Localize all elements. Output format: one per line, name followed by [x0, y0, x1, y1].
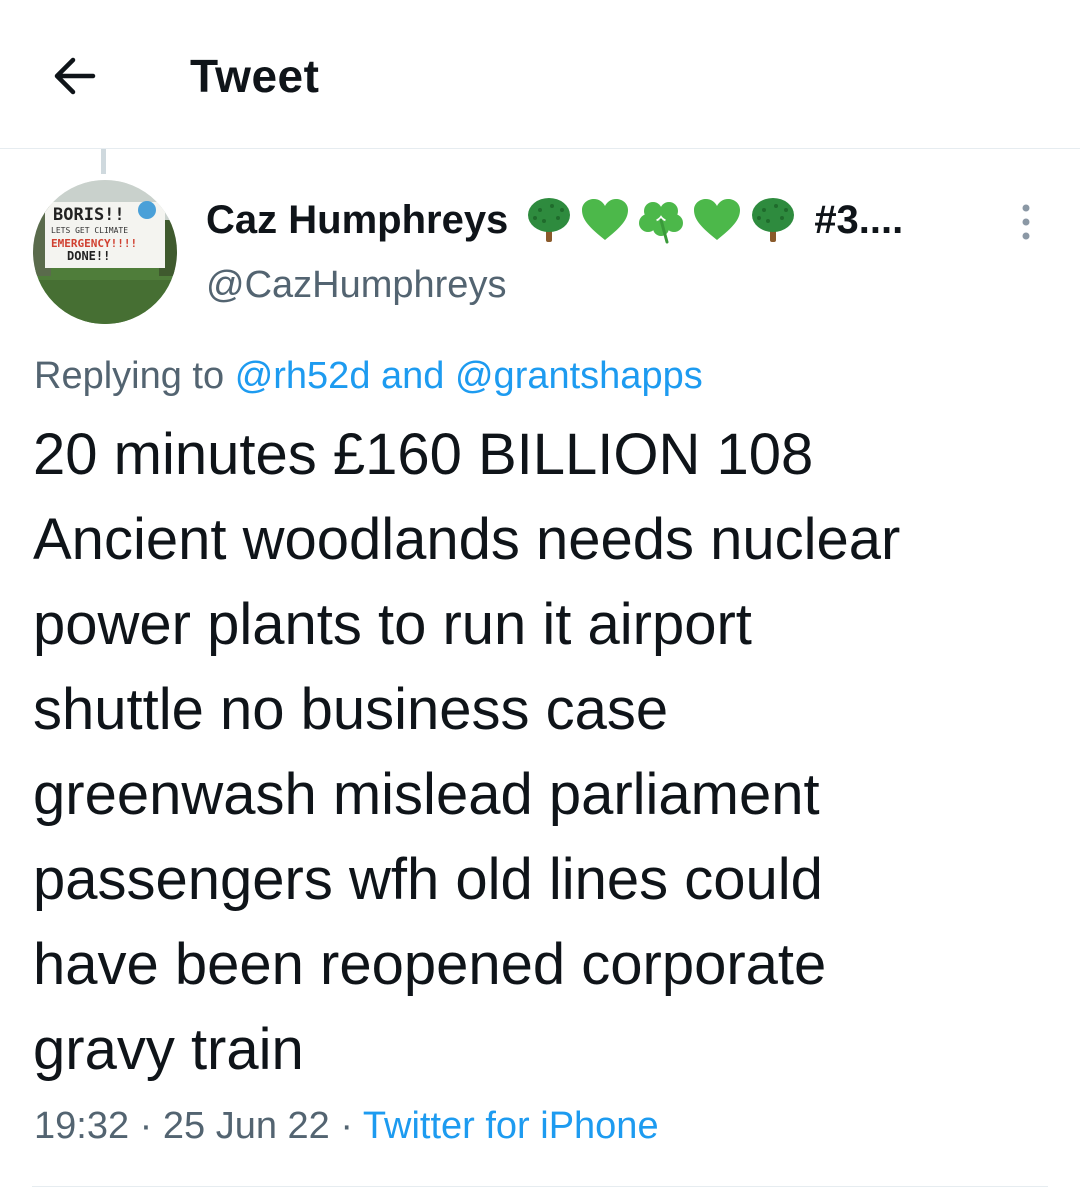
mention-link-grantshapps[interactable]: @grantshapps [455, 355, 703, 397]
thread-connector-line [101, 149, 106, 174]
shamrock-icon [639, 202, 684, 244]
deciduous-tree-icon [752, 198, 795, 242]
tweet-text-line: shuttle no business case [33, 677, 669, 742]
replying-to-label: Replying to [34, 355, 225, 397]
top-bar: Tweet [0, 0, 1080, 149]
tweet-text-line: Ancient woodlands needs nuclear [33, 507, 901, 572]
tweet-body: 20 minutes £160 BILLION 108 Ancient wood… [33, 412, 1043, 1092]
tweet-text-line: power plants to run it airport [33, 592, 752, 657]
replying-to-line: Replying to @rh52d and @grantshapps [34, 352, 703, 400]
green-heart-icon [694, 199, 741, 240]
more-vertical-icon [1022, 204, 1030, 240]
tweet-text-line: passengers wfh old lines could [33, 847, 823, 912]
tweet-text-line: 20 minutes £160 BILLION 108 [33, 422, 814, 487]
more-options-button[interactable] [1006, 198, 1046, 246]
divider [32, 1186, 1048, 1187]
avatar-sign-line-2: LETS GET CLIMATE [51, 226, 128, 235]
replying-and-text: and [381, 355, 445, 397]
author-handle[interactable]: @CazHumphreys [206, 262, 506, 308]
avatar[interactable]: BORIS!! LETS GET CLIMATE EMERGENCY!!!! D… [33, 180, 177, 324]
meta-separator: · [340, 1105, 354, 1147]
tweet-date[interactable]: 25 Jun 22 [163, 1105, 330, 1147]
tweet-text-line: have been reopened corporate [33, 932, 827, 997]
meta-separator: · [139, 1105, 153, 1147]
tweet-text-line: greenwash mislead parliament [33, 762, 820, 827]
tweet-source-link[interactable]: Twitter for iPhone [363, 1105, 659, 1147]
avatar-sign-line-1: BORIS!! [53, 205, 125, 225]
tweet-metadata: 19:32 · 25 Jun 22 · Twitter for iPhone [34, 1102, 659, 1150]
author-name[interactable]: Caz Humphreys #3.... [206, 196, 903, 244]
tweet-text-line: gravy train [33, 1017, 304, 1082]
arrow-left-icon [54, 57, 96, 95]
mention-link-rh52d[interactable]: @rh52d [235, 355, 371, 397]
tweet-time[interactable]: 19:32 [34, 1105, 129, 1147]
deciduous-tree-icon [528, 198, 571, 242]
back-button[interactable] [44, 46, 104, 106]
name-emoji-group [522, 196, 800, 244]
green-heart-icon [582, 199, 629, 240]
author-name-suffix: #3.... [814, 198, 904, 242]
avatar-sign-line-4: DONE!! [67, 249, 110, 263]
author-name-text: Caz Humphreys [206, 198, 509, 242]
page-title: Tweet [190, 50, 320, 102]
